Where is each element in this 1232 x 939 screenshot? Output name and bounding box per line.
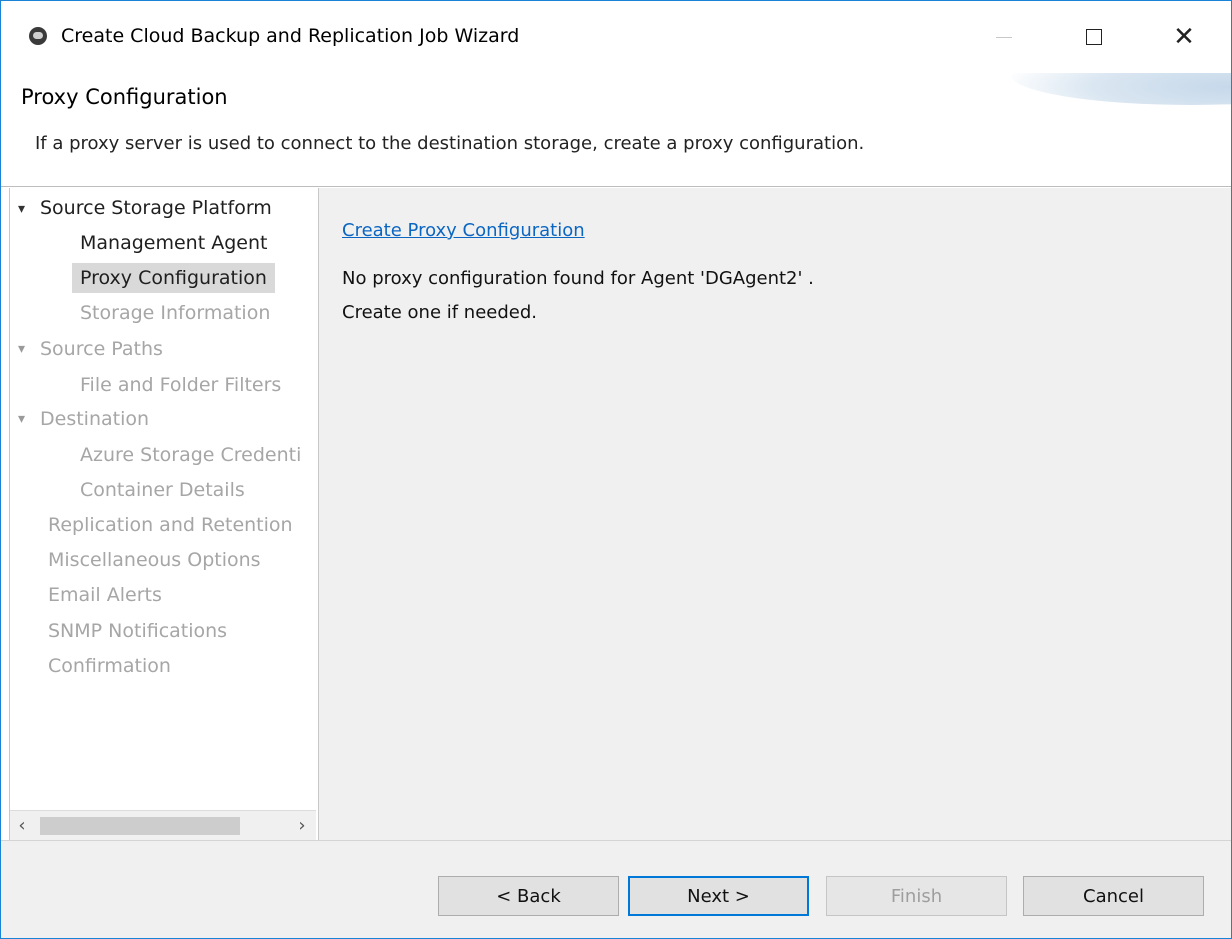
nav-item-confirmation: Confirmation <box>48 655 171 677</box>
header-divider <box>1 186 1231 187</box>
page-title: Proxy Configuration <box>21 85 228 109</box>
nav-horizontal-scrollbar[interactable]: ‹ › <box>10 810 316 841</box>
wizard-page-content: Create Proxy Configuration No proxy conf… <box>319 188 1231 840</box>
close-icon: ✕ <box>1173 22 1195 52</box>
next-button[interactable]: Next > <box>628 876 809 916</box>
minimize-button[interactable] <box>961 1 1047 73</box>
maximize-icon <box>1086 29 1102 45</box>
minimize-icon <box>996 36 1012 38</box>
scrollbar-thumb[interactable] <box>40 817 240 835</box>
close-button[interactable]: ✕ <box>1141 1 1227 73</box>
nav-item-email-alerts: Email Alerts <box>48 584 162 606</box>
nav-item-miscellaneous-options: Miscellaneous Options <box>48 549 261 571</box>
nav-item-replication-retention: Replication and Retention <box>48 514 293 536</box>
page-description: If a proxy server is used to connect to … <box>35 133 865 154</box>
nav-item-source-paths: Source Paths <box>40 338 163 360</box>
nav-item-source-storage-platform[interactable]: Source Storage Platform <box>40 193 272 223</box>
chevron-down-icon: ▾ <box>18 341 26 357</box>
no-proxy-message: No proxy configuration found for Agent '… <box>342 268 814 289</box>
finish-button: Finish <box>826 876 1007 916</box>
nav-item-azure-storage-credentials: Azure Storage Credenti <box>80 444 302 466</box>
wizard-step-tree: ▾ Source Storage Platform Management Age… <box>9 188 319 841</box>
wizard-header: Proxy Configuration If a proxy server is… <box>1 73 1231 187</box>
chevron-down-icon: ▾ <box>18 411 26 427</box>
wizard-footer: < Back Next > Finish Cancel <box>1 840 1231 938</box>
nav-item-file-folder-filters: File and Folder Filters <box>80 374 282 396</box>
app-icon <box>29 27 47 45</box>
title-bar: Create Cloud Backup and Replication Job … <box>1 1 1231 73</box>
nav-item-container-details: Container Details <box>80 479 245 501</box>
cancel-button[interactable]: Cancel <box>1023 876 1204 916</box>
banner-decoration <box>1011 73 1231 105</box>
chevron-down-icon[interactable]: ▾ <box>18 201 25 217</box>
create-hint-message: Create one if needed. <box>342 302 538 323</box>
create-proxy-configuration-link[interactable]: Create Proxy Configuration <box>342 220 585 241</box>
maximize-button[interactable] <box>1051 1 1137 73</box>
nav-item-management-agent[interactable]: Management Agent <box>80 228 267 258</box>
chevron-right-icon[interactable]: › <box>292 815 312 836</box>
window-title: Create Cloud Backup and Replication Job … <box>61 25 520 47</box>
back-button[interactable]: < Back <box>438 876 619 916</box>
nav-item-storage-information: Storage Information <box>80 302 271 324</box>
nav-item-destination: Destination <box>40 408 150 430</box>
nav-item-snmp-notifications: SNMP Notifications <box>48 620 228 642</box>
chevron-left-icon[interactable]: ‹ <box>12 815 32 836</box>
nav-item-proxy-configuration[interactable]: Proxy Configuration <box>72 263 275 293</box>
wizard-window: Create Cloud Backup and Replication Job … <box>0 0 1232 939</box>
